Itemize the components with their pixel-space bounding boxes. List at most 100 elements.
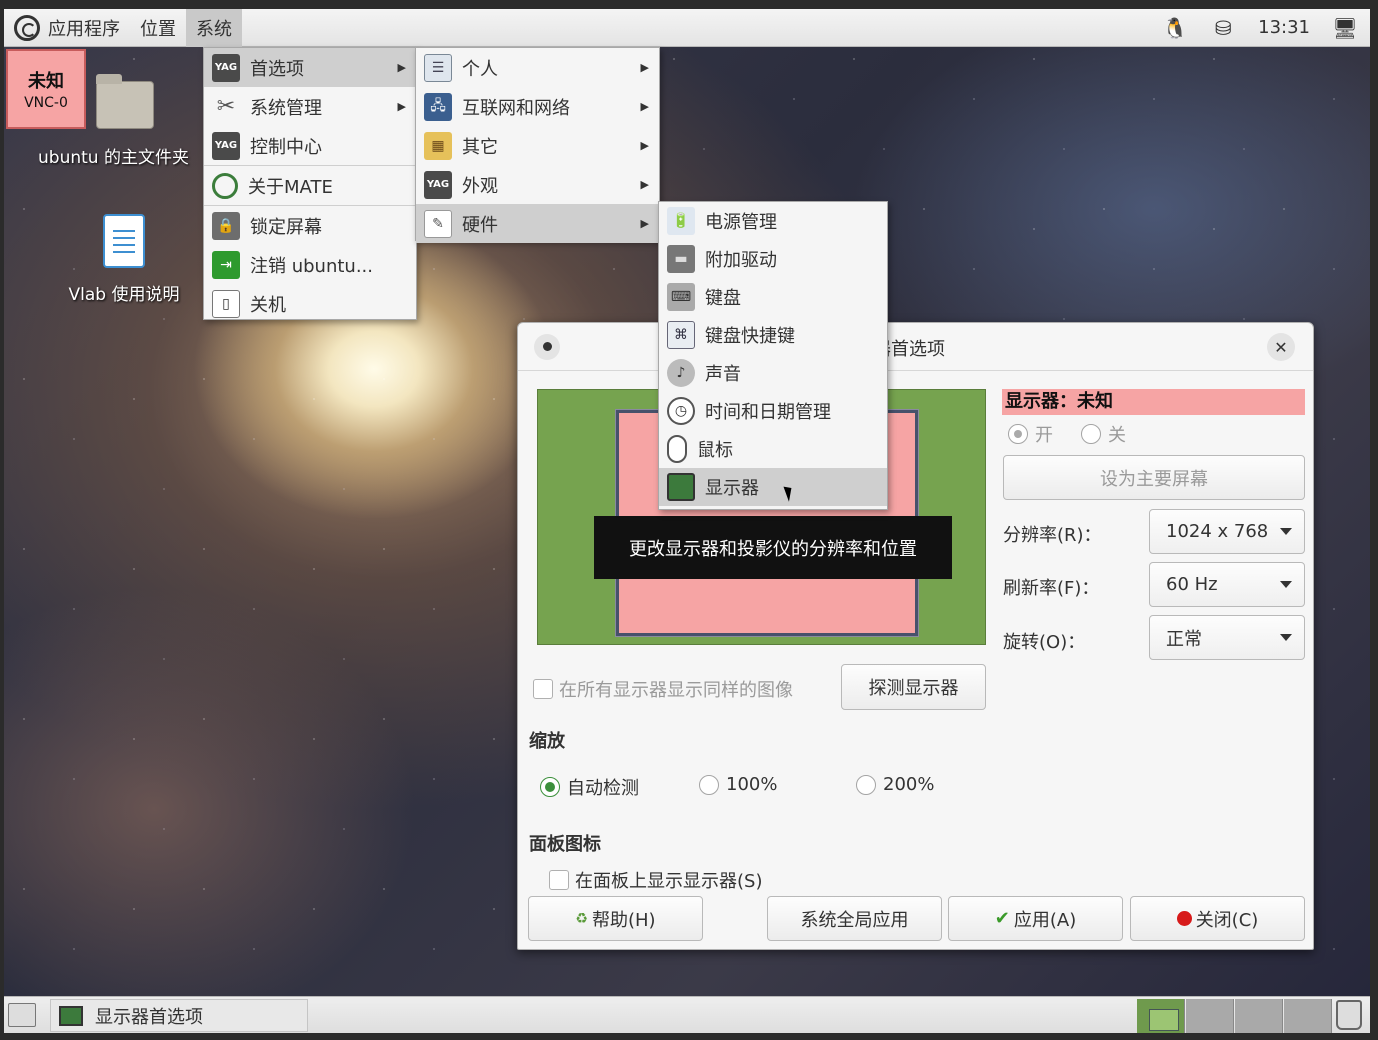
menu-item-label: 控制中心	[250, 136, 322, 158]
detect-displays-button[interactable]: 探测显示器	[841, 664, 986, 710]
workspace-1[interactable]	[1137, 999, 1185, 1033]
menu-item-label: 声音	[705, 364, 741, 385]
menu-item-control-center[interactable]: YAG 控制中心	[204, 126, 416, 165]
window-menu-button[interactable]	[534, 333, 560, 360]
personal-icon: ☰	[424, 53, 452, 82]
mate-logo-icon	[212, 172, 238, 199]
close-icon[interactable]: ✕	[1267, 333, 1295, 361]
menu-item-label: 个人	[462, 58, 498, 80]
system-tray: 🐧 ⛁ 13:31 🖥	[1162, 15, 1370, 41]
menu-item-hardware[interactable]: ✎ 硬件 ▶	[416, 204, 659, 243]
clock-icon: ◷	[667, 397, 695, 425]
refresh-rate-label: 刷新率(F)：	[1003, 578, 1100, 599]
power-off-radio[interactable]: 关	[1081, 421, 1126, 447]
penguin-icon[interactable]: 🐧	[1162, 15, 1188, 41]
vlab-doc-desktop-icon[interactable]: Vlab 使用说明	[54, 214, 194, 305]
scale-200-radio[interactable]: 200%	[856, 774, 934, 795]
radio-icon	[856, 774, 876, 795]
menu-item-shutdown[interactable]: ▯ 关机	[204, 284, 416, 323]
workspace-4[interactable]	[1284, 999, 1332, 1033]
menu-item-label: 互联网和网络	[462, 97, 570, 119]
submenu-arrow-icon: ▶	[397, 61, 406, 74]
places-menu-label: 位置	[140, 18, 176, 40]
menu-item-internet-network[interactable]: 🖧 互联网和网络 ▶	[416, 87, 659, 126]
monitor-tray-icon[interactable]: 🖥	[1332, 15, 1358, 41]
show-in-panel-option[interactable]: 在面板上显示显示器(S)	[549, 867, 762, 893]
scale-100-radio[interactable]: 100%	[699, 774, 777, 795]
display-header: 显示器：未知	[1002, 389, 1305, 415]
applications-menu[interactable]: 应用程序	[4, 9, 130, 47]
system-menu[interactable]: 系统	[186, 9, 242, 47]
workspace-2[interactable]	[1186, 999, 1234, 1033]
help-button[interactable]: ♻ 帮助(H)	[528, 896, 703, 941]
vlab-doc-label: Vlab 使用说明	[68, 285, 180, 305]
menu-item-other[interactable]: ▦ 其它 ▶	[416, 126, 659, 165]
scale-200-label: 200%	[883, 774, 935, 795]
home-folder-icon	[96, 74, 154, 129]
document-icon	[103, 214, 145, 268]
mirror-displays-option[interactable]: 在所有显示器显示同样的图像	[533, 676, 793, 702]
mirror-label: 在所有显示器显示同样的图像	[559, 680, 793, 701]
clock[interactable]: 13:31	[1258, 17, 1310, 38]
logout-icon: ⇥	[212, 250, 240, 279]
menu-item-displays[interactable]: 显示器	[659, 468, 887, 506]
menu-item-label: 注销 ubuntu...	[250, 255, 374, 277]
menu-item-appearance[interactable]: YAG 外观 ▶	[416, 165, 659, 204]
radio-icon	[699, 774, 719, 795]
menu-item-additional-drivers[interactable]: ▬ 附加驱动	[659, 240, 887, 278]
keyboard-icon: ⌨	[667, 283, 695, 311]
menu-item-label: 附加驱动	[705, 250, 777, 271]
scale-auto-radio[interactable]: 自动检测	[540, 774, 639, 800]
set-primary-button[interactable]: 设为主要屏幕	[1003, 455, 1305, 500]
menu-item-sound[interactable]: ♪ 声音	[659, 354, 887, 392]
apply-button-label: 应用(A)	[1013, 909, 1077, 931]
trash-icon[interactable]	[1336, 1000, 1362, 1030]
menu-item-label: 关于MATE	[248, 176, 333, 198]
menu-item-keyboard-shortcuts[interactable]: ⌘ 键盘快捷键	[659, 316, 887, 354]
mirror-checkbox[interactable]	[533, 679, 553, 699]
display-icon	[59, 1005, 83, 1026]
checkmark-icon: ✔	[994, 908, 1010, 929]
show-desktop-icon[interactable]	[8, 1003, 36, 1027]
scale-100-label: 100%	[726, 774, 778, 795]
resolution-select[interactable]: 1024 x 768	[1149, 509, 1305, 554]
power-icon: ▯	[212, 289, 240, 318]
menu-item-label: 键盘快捷键	[705, 326, 795, 347]
menu-item-about-mate[interactable]: 关于MATE	[204, 166, 416, 205]
dialog-titlebar[interactable]: 器首选项 ✕	[518, 323, 1313, 371]
stop-icon	[1176, 911, 1192, 926]
apply-button[interactable]: ✔ 应用(A)	[948, 896, 1123, 941]
places-menu[interactable]: 位置	[130, 9, 186, 47]
menu-item-administration[interactable]: ✂ 系统管理 ▶	[204, 87, 416, 126]
close-button-label: 关闭(C)	[1195, 909, 1259, 931]
menu-item-label: 首选项	[250, 58, 304, 80]
refresh-rate-select[interactable]: 60 Hz	[1149, 562, 1305, 607]
network-status-icon[interactable]: ⛁	[1210, 15, 1236, 41]
menu-item-label: 关机	[250, 294, 286, 316]
radio-icon	[1081, 424, 1101, 444]
workspace-3[interactable]	[1235, 999, 1283, 1033]
power-on-radio[interactable]: 开	[1008, 421, 1053, 447]
system-wide-apply-button[interactable]: 系统全局应用	[767, 896, 942, 941]
rotation-select[interactable]: 正常	[1149, 615, 1305, 660]
tooltip: 更改显示器和投影仪的分辨率和位置	[594, 516, 952, 579]
home-folder-desktop-icon[interactable]: ubuntu 的主文件夹	[38, 74, 208, 168]
panel-icon-heading: 面板图标	[529, 834, 601, 855]
menu-item-keyboard[interactable]: ⌨ 键盘	[659, 278, 887, 316]
radio-selected-icon	[540, 777, 560, 797]
menu-item-power-management[interactable]: 🔋 电源管理	[659, 202, 887, 240]
close-button[interactable]: 关闭(C)	[1130, 896, 1305, 941]
show-in-panel-checkbox[interactable]	[549, 870, 569, 890]
menu-item-lock-screen[interactable]: 🔒 锁定屏幕	[204, 206, 416, 245]
hardware-submenu: 🔋 电源管理 ▬ 附加驱动 ⌨ 键盘 ⌘ 键盘快捷键 ♪ 声音 ◷ 时间和日期管…	[658, 201, 888, 510]
taskbar-window-button[interactable]: 显示器首选项	[50, 999, 308, 1032]
menu-item-personal[interactable]: ☰ 个人 ▶	[416, 48, 659, 87]
display-preferences-dialog: 器首选项 ✕ 未知 在所有显示器显示同样的图像 探测显示器 缩放 自动检测 10…	[517, 322, 1314, 950]
menu-item-time-date[interactable]: ◷ 时间和日期管理	[659, 392, 887, 430]
menu-item-mouse[interactable]: 鼠标	[659, 430, 887, 468]
submenu-arrow-icon: ▶	[640, 139, 649, 152]
submenu-arrow-icon: ▶	[640, 178, 649, 191]
menu-item-logout[interactable]: ⇥ 注销 ubuntu...	[204, 245, 416, 284]
mate-logo-icon	[14, 14, 40, 41]
menu-item-preferences[interactable]: YAG 首选项 ▶	[204, 48, 416, 87]
